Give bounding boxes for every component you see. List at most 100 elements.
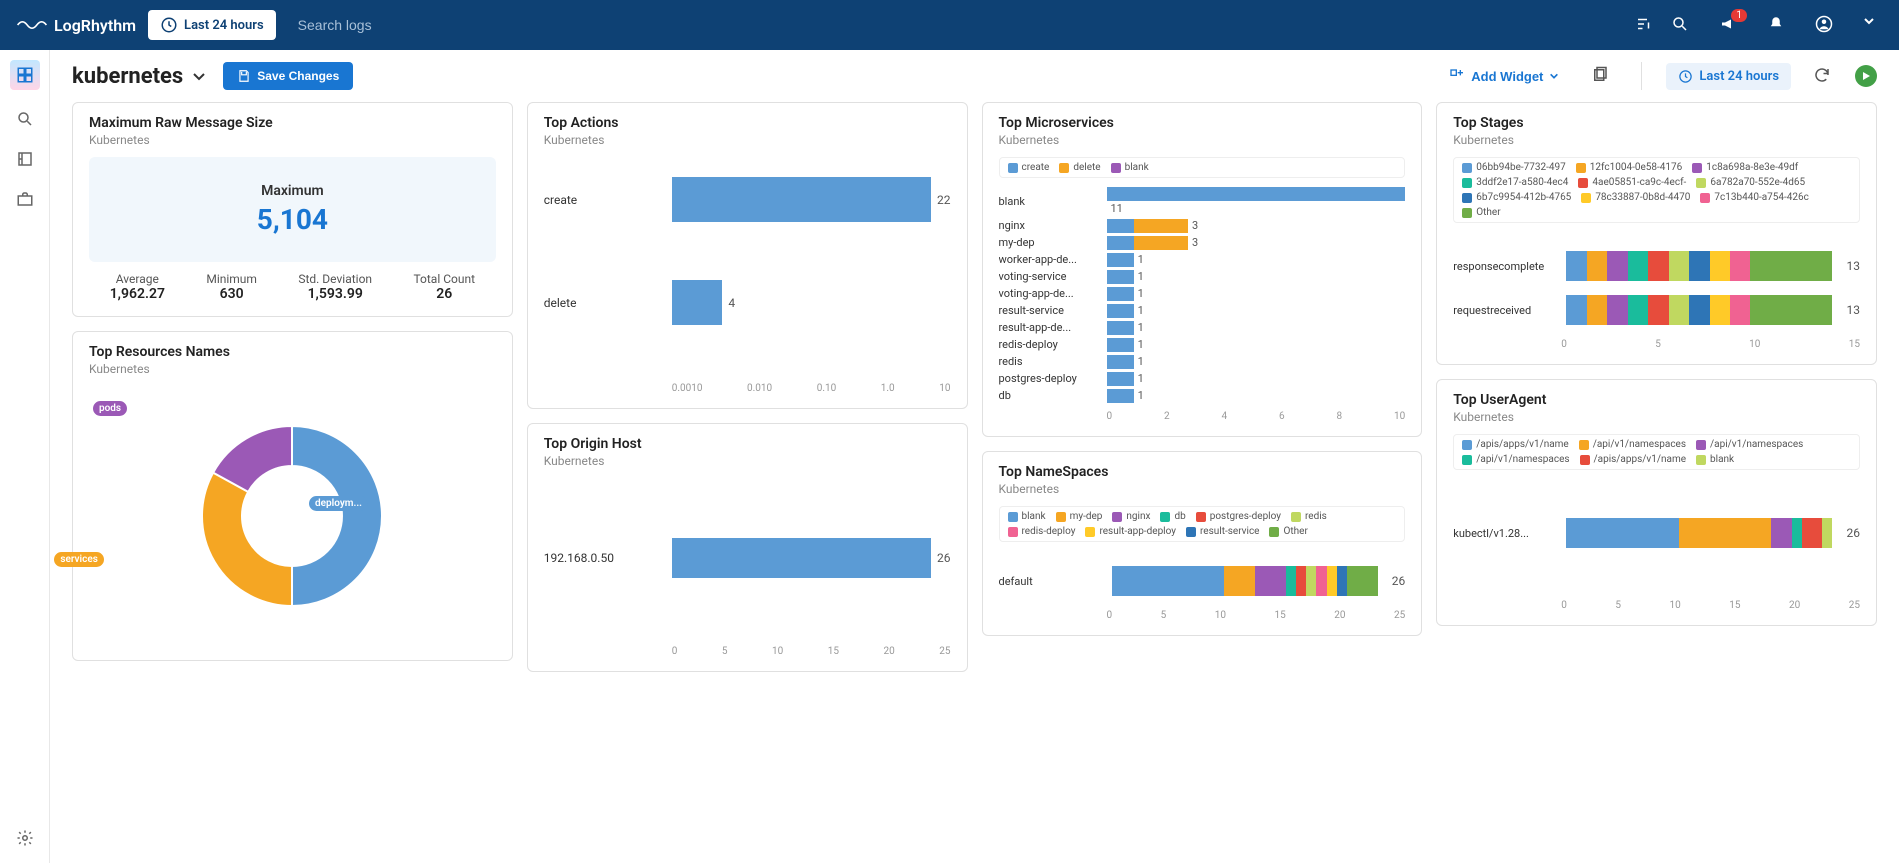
donut-slice[interactable]: [292, 426, 382, 606]
copy-icon[interactable]: [1591, 66, 1611, 86]
legend-item: nginx: [1112, 511, 1150, 522]
stat-val: 630: [206, 286, 257, 302]
axis-tick: 2: [1164, 411, 1170, 422]
timerange-pill-2[interactable]: Last 24 hours: [1666, 63, 1791, 90]
bar-val: 26: [937, 551, 951, 565]
legend-label: result-service: [1200, 526, 1260, 537]
axis-tick: 10: [1215, 610, 1226, 621]
donut-slice[interactable]: [202, 473, 292, 606]
widget-grid: Maximum Raw Message Size Kubernetes Maxi…: [50, 102, 1899, 694]
legend-label: 1c8a698a-8e3e-49df: [1706, 162, 1798, 173]
axis-tick: 0.0010: [672, 383, 703, 394]
axis-tick: 10: [939, 383, 950, 394]
legend-item: 12fc1004-0e58-4176: [1576, 162, 1683, 173]
save-button-label: Save Changes: [257, 69, 339, 83]
stat-label: Std. Deviation: [298, 272, 372, 286]
stat: Average 1,962.27: [110, 272, 165, 302]
legend-label: 6a782a70-552e-4d65: [1710, 177, 1805, 188]
bar-row: kubectl/v1.28... 26: [1453, 518, 1860, 548]
logo: LogRhythm: [16, 15, 136, 35]
card-resources: Top Resources Names Kubernetes deploym..…: [72, 331, 513, 661]
bar-cat: db: [999, 389, 1099, 402]
axis: 0246810: [999, 411, 1406, 422]
bar-val: 26: [1392, 574, 1406, 588]
legend-label: redis: [1305, 511, 1327, 522]
donut-label: deploym...: [309, 496, 368, 511]
rail-library-icon[interactable]: [14, 148, 36, 170]
bar-cat: voting-app-de...: [999, 287, 1099, 300]
logo-wave-icon: [16, 15, 48, 35]
bar-row: db 1: [999, 388, 1406, 403]
legend-item: /api/v1/namespaces: [1579, 439, 1686, 450]
announce-icon[interactable]: 1: [1719, 15, 1739, 35]
add-widget-label: Add Widget: [1471, 69, 1543, 84]
search-input[interactable]: [288, 11, 1627, 39]
bar-cat: redis-deploy: [999, 338, 1099, 351]
axis-tick: 10: [1394, 411, 1405, 422]
legend-item: db: [1160, 511, 1185, 522]
timerange-pill[interactable]: Last 24 hours: [148, 10, 276, 40]
axis-tick: 15: [1729, 600, 1740, 611]
chevron-down-icon[interactable]: [1863, 15, 1875, 35]
refresh-icon[interactable]: [1813, 66, 1833, 86]
bar-val: 1: [1138, 372, 1144, 385]
axis: 0510152025: [544, 646, 951, 657]
dashboard-title[interactable]: kubernetes: [72, 64, 207, 89]
bell-icon[interactable]: [1767, 15, 1787, 35]
donut-chart: deploym...servicespods: [89, 386, 496, 646]
axis-tick: 10: [1749, 339, 1760, 350]
play-button[interactable]: [1855, 65, 1877, 87]
legend-item: Other: [1462, 207, 1500, 218]
dashboard-title-text: kubernetes: [72, 64, 183, 89]
bar-cat: requestreceived: [1453, 304, 1558, 317]
legend-item: my-dep: [1056, 511, 1103, 522]
axis-tick: 20: [1789, 600, 1800, 611]
axis-tick: 20: [1334, 610, 1345, 621]
content: kubernetes Save Changes Add Widget Last …: [50, 50, 1899, 863]
legend-label: result-app-deploy: [1099, 526, 1176, 537]
axis-tick: 25: [1849, 600, 1860, 611]
bar-val: 1: [1138, 304, 1144, 317]
bar-row: result-app-de... 1: [999, 320, 1406, 335]
legend-label: 06bb94be-7732-497: [1476, 162, 1566, 173]
bar-cat: my-dep: [999, 236, 1099, 249]
filter-icon[interactable]: [1635, 15, 1655, 35]
bar-cat: voting-service: [999, 270, 1099, 283]
bar-val: 1: [1138, 321, 1144, 334]
timerange2-label: Last 24 hours: [1699, 69, 1779, 84]
legend: /apis/apps/v1/name/api/v1/namespaces/api…: [1453, 434, 1860, 470]
card-title: Top Stages: [1453, 115, 1860, 131]
save-button[interactable]: Save Changes: [223, 62, 353, 90]
bar-row: redis 1: [999, 354, 1406, 369]
axis-tick: 0: [1107, 610, 1113, 621]
stats-row: Average 1,962.27 Minimum 630 Std. Deviat…: [89, 272, 496, 302]
card-actions: Top Actions Kubernetes create 22 delete …: [527, 102, 968, 409]
rail-dashboard-icon[interactable]: [10, 60, 40, 90]
rail-briefcase-icon[interactable]: [14, 188, 36, 210]
bar-val: 3: [1192, 219, 1198, 232]
rail-gear-icon[interactable]: [14, 827, 36, 849]
bar-val: 11: [1111, 202, 1123, 215]
bar-val: 4: [728, 296, 735, 310]
bar-cat: create: [544, 193, 664, 207]
add-widget-button[interactable]: Add Widget: [1439, 62, 1569, 90]
rail-search-icon[interactable]: [14, 108, 36, 130]
axis-tick: 8: [1337, 411, 1343, 422]
legend-label: /api/v1/namespaces: [1593, 439, 1686, 450]
bar-row: delete 4: [544, 280, 951, 325]
card-stages: Top Stages Kubernetes 06bb94be-7732-4971…: [1436, 102, 1877, 365]
axis-tick: 20: [884, 646, 895, 657]
legend-item: result-app-deploy: [1085, 526, 1176, 537]
legend-label: /api/v1/namespaces: [1710, 439, 1803, 450]
bar-val: 1: [1138, 287, 1144, 300]
search-icon[interactable]: [1671, 15, 1691, 35]
legend: blankmy-depnginxdbpostgres-deployredisre…: [999, 506, 1406, 542]
user-icon[interactable]: [1815, 15, 1835, 35]
stat-label: Minimum: [206, 272, 257, 286]
card-title: Top NameSpaces: [999, 464, 1406, 480]
card-title: Top Actions: [544, 115, 951, 131]
card-useragent: Top UserAgent Kubernetes /apis/apps/v1/n…: [1436, 379, 1877, 626]
legend-item: 06bb94be-7732-497: [1462, 162, 1566, 173]
axis-tick: 0: [1561, 600, 1567, 611]
axis-tick: 10: [772, 646, 783, 657]
